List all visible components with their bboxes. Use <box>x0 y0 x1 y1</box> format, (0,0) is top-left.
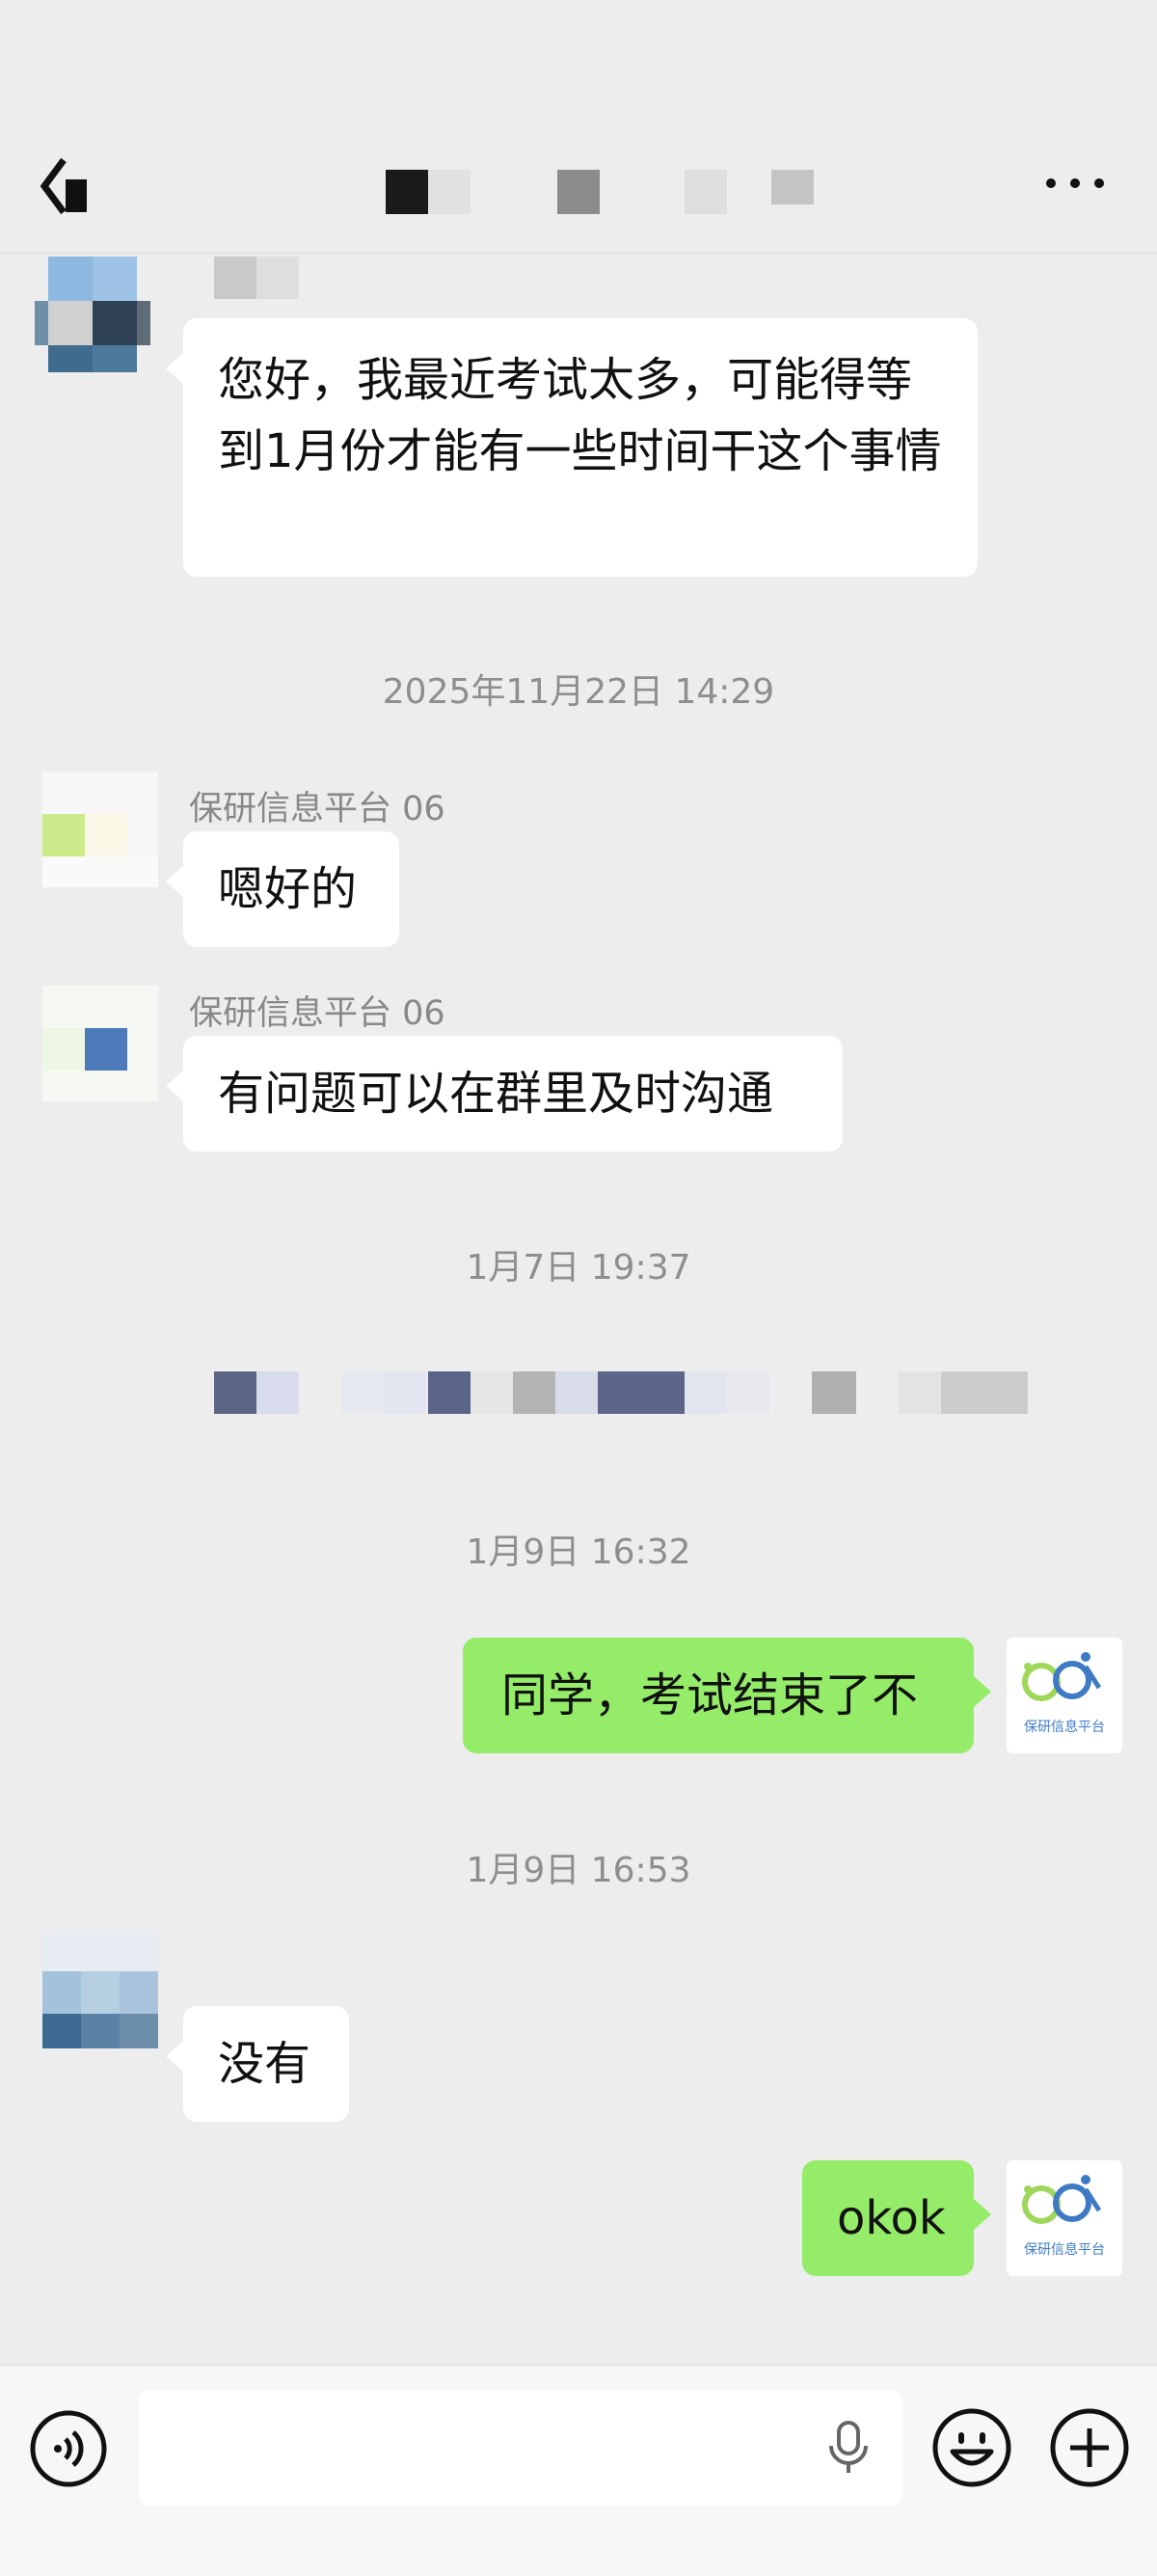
contact-avatar[interactable] <box>42 1933 158 2048</box>
message-text: 没有 <box>218 2037 311 2091</box>
message-text: 有问题可以在群里及时沟通 <box>218 1067 774 1121</box>
back-icon[interactable] <box>37 152 94 220</box>
contact-avatar[interactable] <box>42 772 158 887</box>
message-text: okok <box>837 2191 946 2245</box>
system-notice-blurred <box>256 1371 299 1414</box>
contact-avatar[interactable] <box>42 986 158 1101</box>
timestamp: 1月7日 19:37 <box>466 1248 691 1288</box>
chat-title-blurred <box>386 170 428 214</box>
chat-header <box>0 0 1157 254</box>
system-notice-blurred <box>899 1371 941 1414</box>
message-bubble-self[interactable]: 同学，考试结束了不 <box>463 1638 991 1753</box>
system-notice-blurred <box>214 1371 256 1414</box>
system-notice-blurred <box>384 1371 426 1414</box>
timestamp: 1月9日 16:32 <box>466 1532 691 1572</box>
message-text: 您好，我最近考试太多，可能得等到1月份才能有一些时间干这个事情 <box>218 353 942 478</box>
contact-avatar[interactable] <box>35 257 150 372</box>
system-notice-blurred <box>685 1371 727 1414</box>
system-notice-blurred <box>598 1371 685 1414</box>
message-bubble-self[interactable]: okok <box>802 2160 991 2276</box>
message-bubble[interactable]: 没有 <box>166 2006 349 2122</box>
platform-logo-icon <box>1022 2175 1102 2224</box>
chat-title-blurred <box>685 170 727 214</box>
voice-icon[interactable] <box>29 2409 108 2488</box>
message-input[interactable] <box>139 2390 902 2506</box>
system-notice-blurred <box>812 1371 856 1414</box>
timestamp: 2025年11月22日 14:29 <box>382 672 775 712</box>
timestamp: 1月9日 16:53 <box>466 1851 691 1890</box>
system-notice-blurred <box>135 1371 177 1414</box>
emoji-icon[interactable] <box>931 2407 1012 2488</box>
system-notice-blurred <box>727 1371 769 1414</box>
sender-name-blurred <box>256 257 299 299</box>
sender-name-blurred <box>214 257 256 299</box>
self-avatar[interactable]: 保研信息平台 <box>1007 1638 1122 1753</box>
message-bubble[interactable]: 嗯好的 <box>166 831 399 947</box>
self-avatar[interactable]: 保研信息平台 <box>1007 2160 1122 2276</box>
more-icon[interactable] <box>1041 164 1109 203</box>
platform-logo-caption: 保研信息平台 <box>1024 2242 1105 2258</box>
sender-name: 保研信息平台 06 <box>189 994 445 1033</box>
message-bubble[interactable]: 有问题可以在群里及时沟通 <box>166 1036 843 1152</box>
system-notice-blurred <box>471 1371 513 1414</box>
chat-title-blurred <box>428 170 471 214</box>
chat-title-blurred <box>771 170 814 204</box>
system-notice-blurred <box>428 1371 471 1414</box>
plus-icon[interactable] <box>1049 2407 1130 2488</box>
platform-logo-caption: 保研信息平台 <box>1024 1720 1105 1735</box>
sender-name: 保研信息平台 06 <box>189 790 445 828</box>
chat-title-blurred <box>557 170 600 214</box>
platform-logo-icon <box>1022 1652 1102 1701</box>
system-notice-blurred <box>513 1371 555 1414</box>
system-notice-blurred <box>941 1371 1028 1414</box>
message-text: 嗯好的 <box>218 862 358 916</box>
system-notice-blurred <box>555 1371 598 1414</box>
message-bubble[interactable]: 您好，我最近考试太多，可能得等到1月份才能有一些时间干这个事情 <box>166 318 978 577</box>
message-text: 同学，考试结束了不 <box>501 1668 919 1722</box>
mic-icon[interactable] <box>825 2417 872 2479</box>
system-notice-blurred <box>341 1371 384 1414</box>
